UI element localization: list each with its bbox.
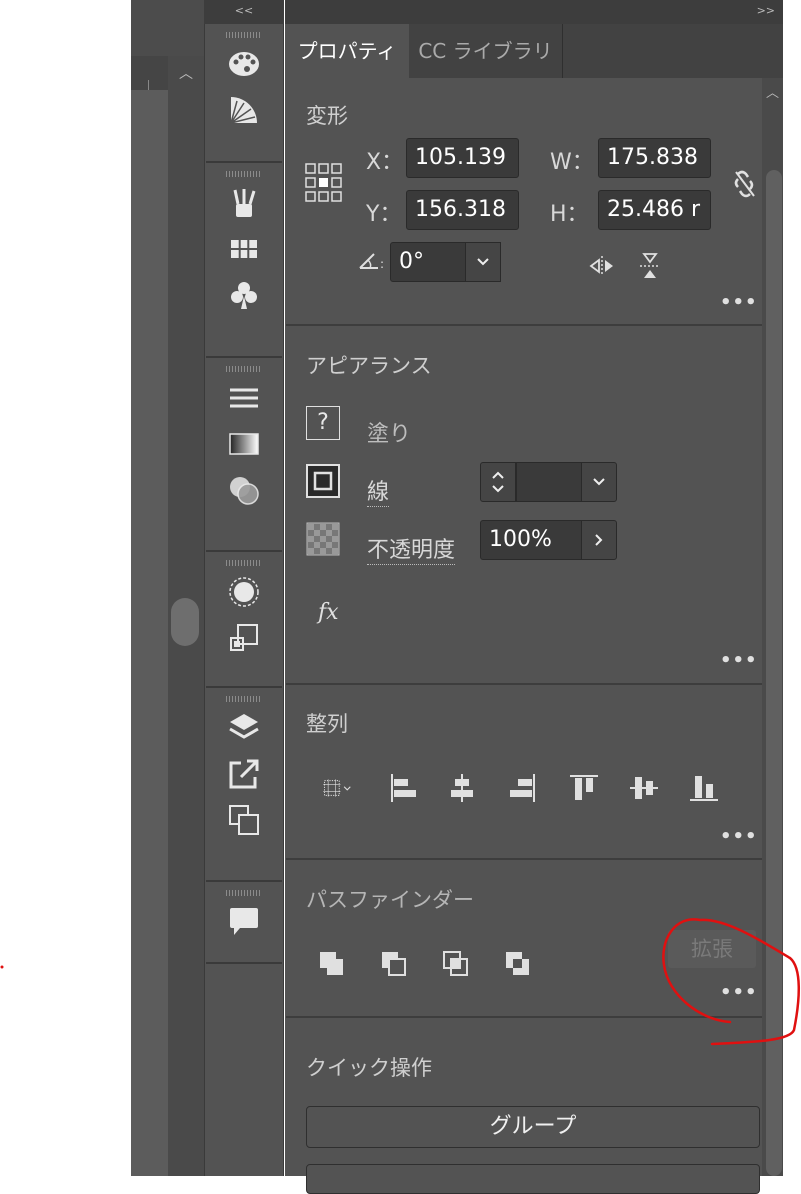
red-annotation-circle — [0, 918, 801, 1046]
